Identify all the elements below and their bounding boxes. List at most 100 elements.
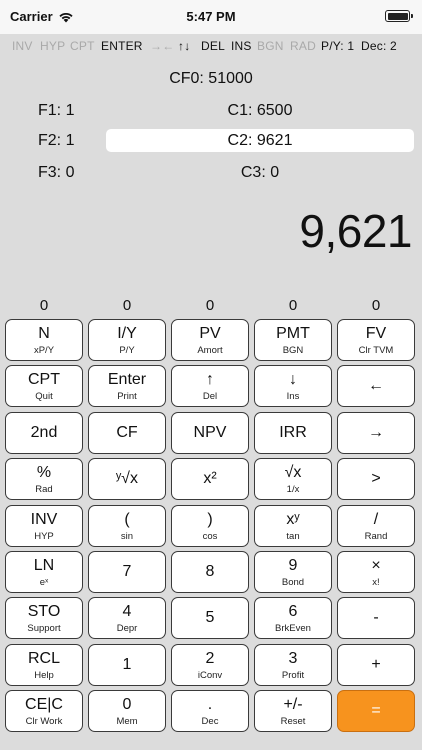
key-label: 3 [288,650,298,667]
indicator-swap: →← [150,39,175,53]
indicator-ins: INS [231,39,252,53]
key-secondary-label: P/Y [119,345,135,356]
key-secondary-label: 1/x [286,484,300,495]
key-9-r5c3[interactable]: 9 Bond [254,551,332,593]
key-secondary-label: Amort [197,345,223,356]
key-8-r5c2[interactable]: 8 [171,551,249,593]
key-fv-r0c4[interactable]: FV Clr TVM [337,319,415,361]
key-cpt-r1c0[interactable]: CPT Quit [5,365,83,407]
key-x-r3c1[interactable]: ʸ√x [88,458,166,500]
frequency-value: F2: 1 [38,132,75,149]
key-i-y-r0c1[interactable]: I/Y P/Y [88,319,166,361]
key-3-r7c3[interactable]: 3 Profit [254,644,332,686]
key-sto-r6c0[interactable]: STO Support [5,597,83,639]
key-symbol-r7c4[interactable]: + [337,644,415,686]
status-bar: Carrier 5:47 PM [0,0,422,34]
key-secondary-label: Depr [116,623,138,634]
key-5-r6c2[interactable]: 5 [171,597,249,639]
key-secondary-label: Support [27,623,61,634]
key-symbol-r4c2[interactable]: ) cos [171,505,249,547]
key-rcl-r7c0[interactable]: RCL Help [5,644,83,686]
key-label: RCL [27,650,60,667]
key-4-r6c1[interactable]: 4 Depr [88,597,166,639]
key-symbol-r6c4[interactable]: - [337,597,415,639]
cashflow-row[interactable]: F2: 1 C2: 9621 [0,129,422,153]
key-cf-r2c1[interactable]: CF [88,412,166,454]
key-npv-r2c2[interactable]: NPV [171,412,249,454]
key-symbol-r2c4[interactable]: → [337,412,415,454]
key-label: % [36,464,52,481]
key-x-r3c2[interactable]: x² [171,458,249,500]
key-secondary-label: HYP [34,531,54,542]
cashflow-row[interactable]: F1: 1 C1: 6500 [0,99,422,123]
key-secondary-label: Bond [281,577,305,588]
key-label: × [371,557,381,574]
key-label: 2 [205,650,215,667]
key-0-r8c1[interactable]: 0 Mem [88,690,166,732]
key-label: ( [124,511,130,528]
key-equals-r8c4[interactable]: = [337,690,415,732]
key-label: / [373,511,379,528]
key-1-r7c1[interactable]: 1 [88,644,166,686]
key-symbol-r1c2[interactable]: ↑ Del [171,365,249,407]
key-label: 5 [205,609,215,626]
key-irr-r2c3[interactable]: IRR [254,412,332,454]
main-display: 9,621 [299,205,412,257]
key-secondary-label: Clr TVM [358,345,394,356]
key-label: + [371,656,381,673]
indicator-del: DEL [201,39,225,53]
key-secondary-label: sin [120,531,134,542]
key-label: - [373,609,379,626]
key-secondary-label: Quit [35,391,53,402]
key-symbol-r4c1[interactable]: ( sin [88,505,166,547]
key-symbol-r1c4[interactable]: ← [337,365,415,407]
key-secondary-label: Reset [280,716,306,727]
key-symbol-r1c3[interactable]: ↓ Ins [254,365,332,407]
key-secondary-label: Del [202,391,218,402]
key-2nd-r2c0[interactable]: 2nd [5,412,83,454]
key-label: 9 [288,557,298,574]
key-pmt-r0c3[interactable]: PMT BGN [254,319,332,361]
key-symbol-r8c3[interactable]: +/- Reset [254,690,332,732]
key-secondary-label: Print [117,391,137,402]
key-label: ↑ [206,371,214,388]
frequency-value: F1: 1 [38,102,75,119]
key-label: ← [368,377,384,394]
key-x-r4c3[interactable]: xʸ tan [254,505,332,547]
key-label: 0 [122,696,132,713]
key-x-r3c3[interactable]: √x 1/x [254,458,332,500]
key-label: +/- [283,696,303,713]
key-inv-r4c0[interactable]: INV HYP [5,505,83,547]
key-secondary-label: x! [372,577,380,588]
key-label: N [38,325,50,342]
cashflow-row[interactable]: F3: 0 C3: 0 [0,161,422,185]
key-6-r6c3[interactable]: 6 BrkEven [254,597,332,639]
frequency-value: F3: 0 [38,164,75,181]
key-ln-r5c0[interactable]: LN eˣ [5,551,83,593]
key-label: INV [30,511,58,528]
key-symbol-r3c0[interactable]: % Rad [5,458,83,500]
key-symbol-r5c4[interactable]: × x! [337,551,415,593]
key-label: xʸ [286,511,300,528]
key-secondary-label: cos [202,531,218,542]
cashflow-value-selected: C2: 9621 [106,129,414,152]
key-symbol-r4c4[interactable]: / Rand [337,505,415,547]
key-label: 8 [205,563,215,580]
key-2-r7c2[interactable]: 2 iConv [171,644,249,686]
key-label: x² [203,470,217,487]
key-label: CPT [28,371,60,388]
key-secondary-label: Rad [35,484,53,495]
key-symbol-r3c4[interactable]: > [337,458,415,500]
key-symbol-r8c2[interactable]: . Dec [171,690,249,732]
key-secondary-label: Help [34,670,54,681]
key-n-r0c0[interactable]: NxP/Y [5,319,83,361]
memory-register-1: 0 [39,297,49,314]
mode-indicator-bar: INV HYP CPT ENTER →← ↑↓ DEL INS BGN RAD … [0,36,422,56]
indicator-cpt: CPT [70,39,95,53]
key-ce-c-r8c0[interactable]: CE|C Clr Work [5,690,83,732]
key-pv-r0c2[interactable]: PV Amort [171,319,249,361]
key-secondary-label: Dec [201,716,219,727]
key-label: 6 [288,603,298,620]
key-enter-r1c1[interactable]: Enter Print [88,365,166,407]
key-7-r5c1[interactable]: 7 [88,551,166,593]
